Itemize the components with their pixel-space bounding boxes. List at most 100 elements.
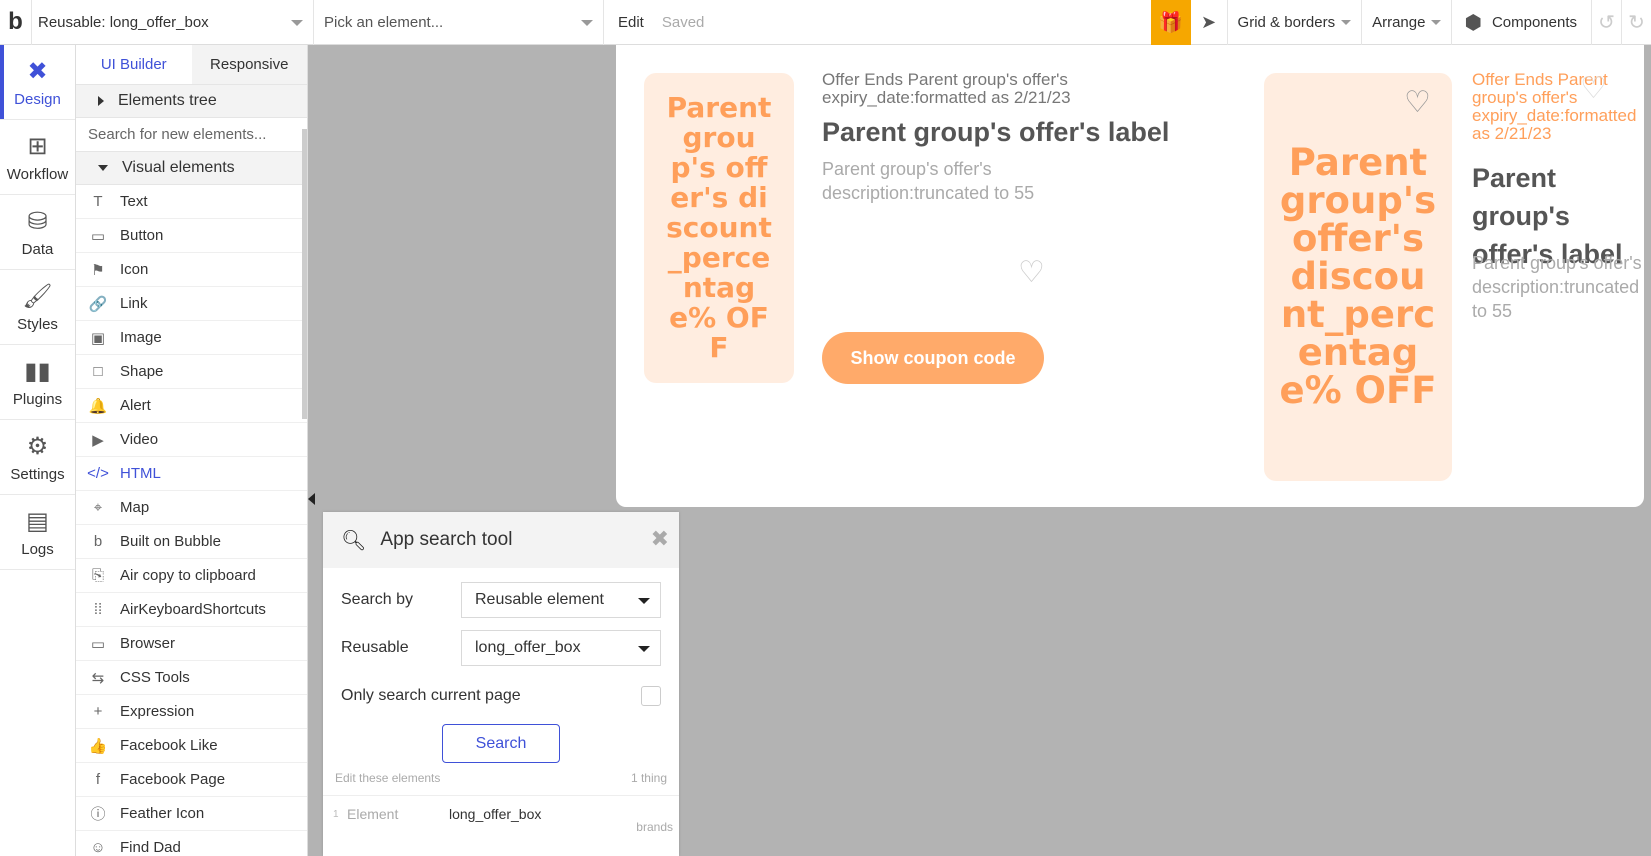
editor-canvas[interactable]: Parent group's offer's discount_percenta… (308, 45, 1651, 856)
elements-panel: UI Builder Responsive Elements tree Visu… (76, 45, 308, 856)
image-icon: ▣ (90, 329, 106, 347)
search-by-select[interactable]: Reusable element (461, 582, 661, 618)
element-label: Browser (120, 635, 176, 652)
results-meta: Edit these elements 1 thing (323, 769, 679, 787)
element-find-dad[interactable]: ☺ Find Dad (76, 831, 307, 856)
nav-logs[interactable]: ▤ Logs (0, 495, 75, 570)
nav-styles[interactable]: 🖌 Styles (0, 270, 75, 345)
grid-borders-label: Grid & borders (1237, 13, 1336, 31)
long-offer-box[interactable]: Parent group's offer's discount_percenta… (616, 45, 1644, 507)
grid-borders-menu[interactable]: Grid & borders (1226, 0, 1362, 45)
button-icon: ▭ (90, 227, 106, 245)
close-icon[interactable]: ✖ (651, 526, 669, 552)
element-map[interactable]: ⌖ Map (76, 491, 307, 525)
element-label: AirKeyboardShortcuts (120, 601, 266, 618)
element-facebook-like[interactable]: 👍 Facebook Like (76, 729, 307, 763)
element-facebook-page[interactable]: f Facebook Page (76, 763, 307, 797)
redo-icon[interactable]: ↻ (1621, 0, 1651, 45)
element-air-copy[interactable]: ⎘ Air copy to clipboard (76, 559, 307, 593)
elements-tree-toggle[interactable]: Elements tree (76, 85, 307, 118)
element-label: Icon (120, 261, 149, 278)
heart-icon[interactable]: ♡ (1404, 85, 1431, 120)
element-label: Text (120, 193, 148, 210)
element-air-keyboard[interactable]: ⁞⁞ AirKeyboardShortcuts (76, 593, 307, 627)
element-link[interactable]: 🔗 Link (76, 287, 307, 321)
element-icon[interactable]: ⚑ Icon (76, 253, 307, 287)
nav-design-label: Design (14, 90, 61, 108)
tab-ui-builder[interactable]: UI Builder (76, 45, 192, 84)
element-label: Find Dad (120, 839, 181, 856)
nav-plugins[interactable]: ▮▮ Plugins (0, 345, 75, 420)
result-row[interactable]: 1 Element long_offer_box brands (323, 795, 679, 839)
nav-styles-label: Styles (17, 315, 58, 333)
element-label: HTML (120, 465, 161, 482)
brush-icon: 🖌 (22, 283, 53, 310)
offer-label: Parent group's offer's label (822, 117, 1170, 147)
nav-data-label: Data (21, 240, 54, 258)
element-label: Expression (120, 703, 195, 720)
edit-menu[interactable]: Edit (618, 14, 644, 31)
nav-settings[interactable]: ⚙ Settings (0, 420, 75, 495)
chevron-down-icon (98, 165, 108, 171)
element-feather-icon[interactable]: ⓘ Feather Icon (76, 797, 307, 831)
element-built-on-bubble[interactable]: b Built on Bubble (76, 525, 307, 559)
chevron-down-icon (638, 598, 650, 604)
panel-scrollbar[interactable] (302, 129, 307, 419)
collapse-panel-icon[interactable] (308, 493, 315, 505)
chevron-down-icon (1341, 19, 1352, 25)
video-icon: ▶ (92, 431, 104, 449)
element-expression[interactable]: + Expression (76, 695, 307, 729)
search-tool-header: 🔍︎ App search tool ✖ (323, 512, 679, 568)
nav-workflow[interactable]: ⊞ Workflow (0, 120, 75, 195)
gift-icon[interactable]: 🎁 (1150, 0, 1191, 45)
element-picker[interactable]: Pick an element... (314, 0, 604, 45)
element-image[interactable]: ▣ Image (76, 321, 307, 355)
tab-responsive[interactable]: Responsive (191, 45, 307, 84)
undo-icon[interactable]: ↺ (1591, 0, 1621, 45)
map-pin-icon: ⌖ (93, 499, 103, 516)
css-tools-icon: ⇆ (91, 669, 105, 687)
search-icon: 🔍︎ (341, 529, 367, 552)
heart-icon[interactable]: ♡ (1580, 71, 1607, 106)
arrange-label: Arrange (1372, 13, 1426, 31)
result-name: long_offer_box (449, 806, 542, 822)
element-alert[interactable]: 🔔 Alert (76, 389, 307, 423)
current-page-checkbox[interactable] (641, 686, 661, 706)
element-browser[interactable]: ▭ Browser (76, 627, 307, 661)
search-button[interactable]: Search (442, 724, 560, 763)
heart-icon[interactable]: ♡ (1018, 255, 1045, 290)
edit-these-label: Edit these elements (335, 771, 441, 785)
element-video[interactable]: ▶ Video (76, 423, 307, 457)
reusable-select[interactable]: long_offer_box (461, 630, 661, 666)
arrange-menu[interactable]: Arrange (1361, 0, 1451, 45)
nav-data[interactable]: ⛁ Data (0, 195, 75, 270)
design-icon: ✖ (27, 58, 48, 85)
expiry-text: Offer Ends Parent group's offer's expiry… (1472, 70, 1637, 143)
element-css-tools[interactable]: ⇆ CSS Tools (76, 661, 307, 695)
element-text[interactable]: T Text (76, 185, 307, 219)
components-button[interactable]: ⬢ Components (1451, 0, 1591, 45)
result-index: 1 (333, 809, 339, 820)
shape-icon: □ (93, 363, 103, 380)
search-elements-input[interactable] (76, 118, 307, 152)
element-label: Alert (120, 397, 151, 414)
app-search-tool: 🔍︎ App search tool ✖ Search by Reusable … (323, 512, 679, 856)
show-coupon-button[interactable]: Show coupon code (822, 332, 1044, 384)
smiley-icon: ☺ (90, 839, 106, 856)
result-type: Element (347, 806, 399, 822)
page-selector[interactable]: Reusable: long_offer_box (32, 0, 314, 45)
thumbs-up-icon: 👍 (88, 737, 108, 755)
search-by-value: Reusable element (475, 591, 604, 608)
visual-elements-toggle[interactable]: Visual elements (76, 152, 307, 185)
elements-tree-label: Elements tree (118, 92, 217, 109)
page-selector-label: Reusable: long_offer_box (38, 13, 209, 31)
save-status: Saved (661, 13, 705, 31)
pointer-icon[interactable]: ➤ (1191, 0, 1227, 45)
element-shape[interactable]: □ Shape (76, 355, 307, 389)
element-label: Built on Bubble (120, 533, 221, 550)
nav-settings-label: Settings (10, 465, 65, 483)
nav-design[interactable]: ✖ Design (0, 45, 75, 120)
element-html[interactable]: </> HTML (76, 457, 307, 491)
element-button[interactable]: ▭ Button (76, 219, 307, 253)
bubble-logo[interactable]: b (0, 0, 32, 45)
